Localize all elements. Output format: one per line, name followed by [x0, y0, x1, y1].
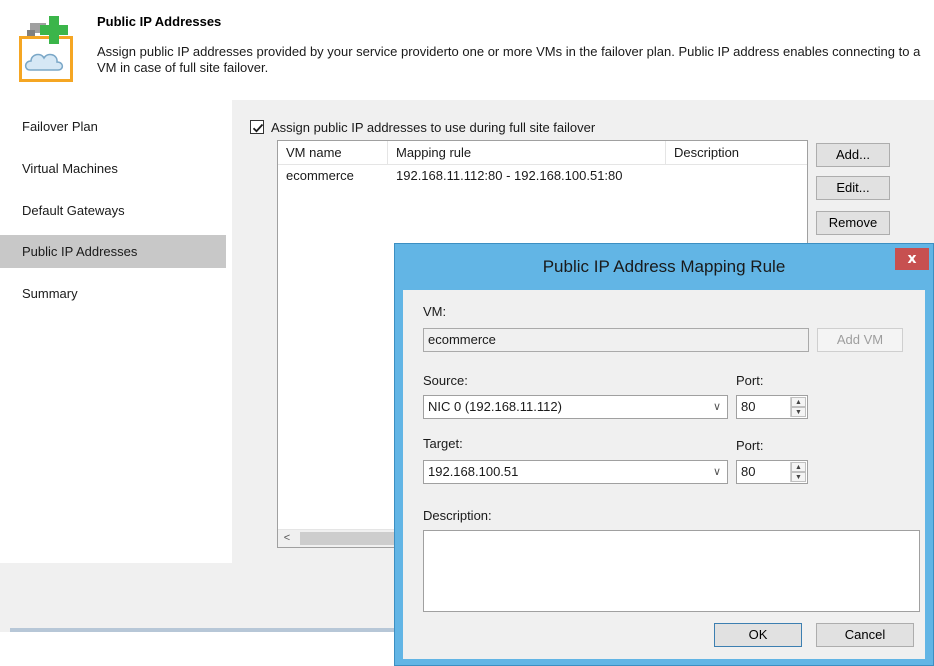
cancel-button[interactable]: Cancel [816, 623, 914, 647]
add-button[interactable]: Add... [816, 143, 890, 167]
cell-description [666, 166, 807, 186]
target-label: Target: [423, 436, 463, 451]
chevron-down-icon[interactable]: ∨ [713, 461, 721, 483]
source-port-stepper[interactable]: 80 ▲ ▼ [736, 395, 808, 419]
spin-down-icon[interactable]: ▼ [791, 407, 806, 417]
cell-vm-name: ecommerce [286, 168, 354, 183]
remove-button[interactable]: Remove [816, 211, 890, 235]
description-textarea[interactable] [423, 530, 920, 612]
column-header-description[interactable]: Description [666, 141, 807, 165]
assign-public-ip-label[interactable]: Assign public IP addresses to use during… [271, 120, 595, 135]
nav-item-virtual-machines[interactable]: Virtual Machines [0, 152, 226, 185]
assign-public-ip-row[interactable]: Assign public IP addresses to use during… [250, 118, 595, 136]
nav-item-failover-plan[interactable]: Failover Plan [0, 110, 226, 143]
footer-strip [0, 632, 394, 666]
cloud-plus-icon [17, 14, 75, 84]
vm-field[interactable]: ecommerce [423, 328, 809, 352]
target-select-value: 192.168.100.51 [428, 464, 519, 479]
ok-button[interactable]: OK [714, 623, 802, 647]
page-description: Assign public IP addresses provided by y… [97, 44, 921, 75]
source-port-label: Port: [736, 373, 764, 388]
table-row[interactable]: ecommerce 192.168.11.112:80 - 192.168.10… [278, 166, 807, 186]
dialog-body: VM: ecommerce Add VM Source: Port: NIC 0… [403, 290, 925, 659]
spin-up-icon[interactable]: ▲ [791, 462, 806, 472]
source-select-value: NIC 0 (192.168.11.112) [428, 399, 562, 414]
target-port-label: Port: [736, 438, 764, 453]
target-port-value: 80 [741, 464, 756, 479]
scroll-left-icon[interactable]: < [278, 530, 296, 547]
nav-item-summary[interactable]: Summary [0, 277, 226, 310]
edit-button[interactable]: Edit... [816, 176, 890, 200]
wizard-header: Public IP Addresses Assign public IP add… [0, 0, 934, 100]
chevron-down-icon[interactable]: ∨ [713, 396, 721, 418]
source-label: Source: [423, 373, 468, 388]
dialog-title: Public IP Address Mapping Rule [542, 257, 786, 276]
close-icon[interactable]: x [895, 248, 929, 270]
cell-mapping-rule: 192.168.11.112:80 - 192.168.100.51:80 [396, 168, 623, 183]
spin-up-icon[interactable]: ▲ [791, 397, 806, 407]
source-port-value: 80 [741, 399, 756, 414]
source-select[interactable]: NIC 0 (192.168.11.112) ∨ [423, 395, 728, 419]
table-header: VM name Mapping rule Description [278, 141, 807, 165]
spin-down-icon[interactable]: ▼ [791, 472, 806, 482]
target-port-stepper[interactable]: 80 ▲ ▼ [736, 460, 808, 484]
page-title: Public IP Addresses [97, 14, 222, 29]
target-port-spin[interactable]: ▲ ▼ [790, 462, 806, 482]
source-port-spin[interactable]: ▲ ▼ [790, 397, 806, 417]
description-label: Description: [423, 508, 492, 523]
vm-label: VM: [423, 304, 447, 319]
assign-public-ip-checkbox[interactable] [250, 120, 264, 134]
scrollbar-thumb[interactable] [300, 532, 400, 545]
mapping-rule-dialog: Public IP Address Mapping Rule x VM: eco… [394, 243, 934, 666]
target-select[interactable]: 192.168.100.51 ∨ [423, 460, 728, 484]
add-vm-button[interactable]: Add VM [817, 328, 903, 352]
column-header-mapping-rule[interactable]: Mapping rule [388, 141, 666, 165]
nav-item-public-ip-addresses[interactable]: Public IP Addresses [0, 235, 226, 268]
nav-item-default-gateways[interactable]: Default Gateways [0, 194, 226, 227]
wizard-steps-nav: Failover Plan Virtual Machines Default G… [0, 100, 232, 563]
column-header-vm-name[interactable]: VM name [278, 141, 388, 165]
